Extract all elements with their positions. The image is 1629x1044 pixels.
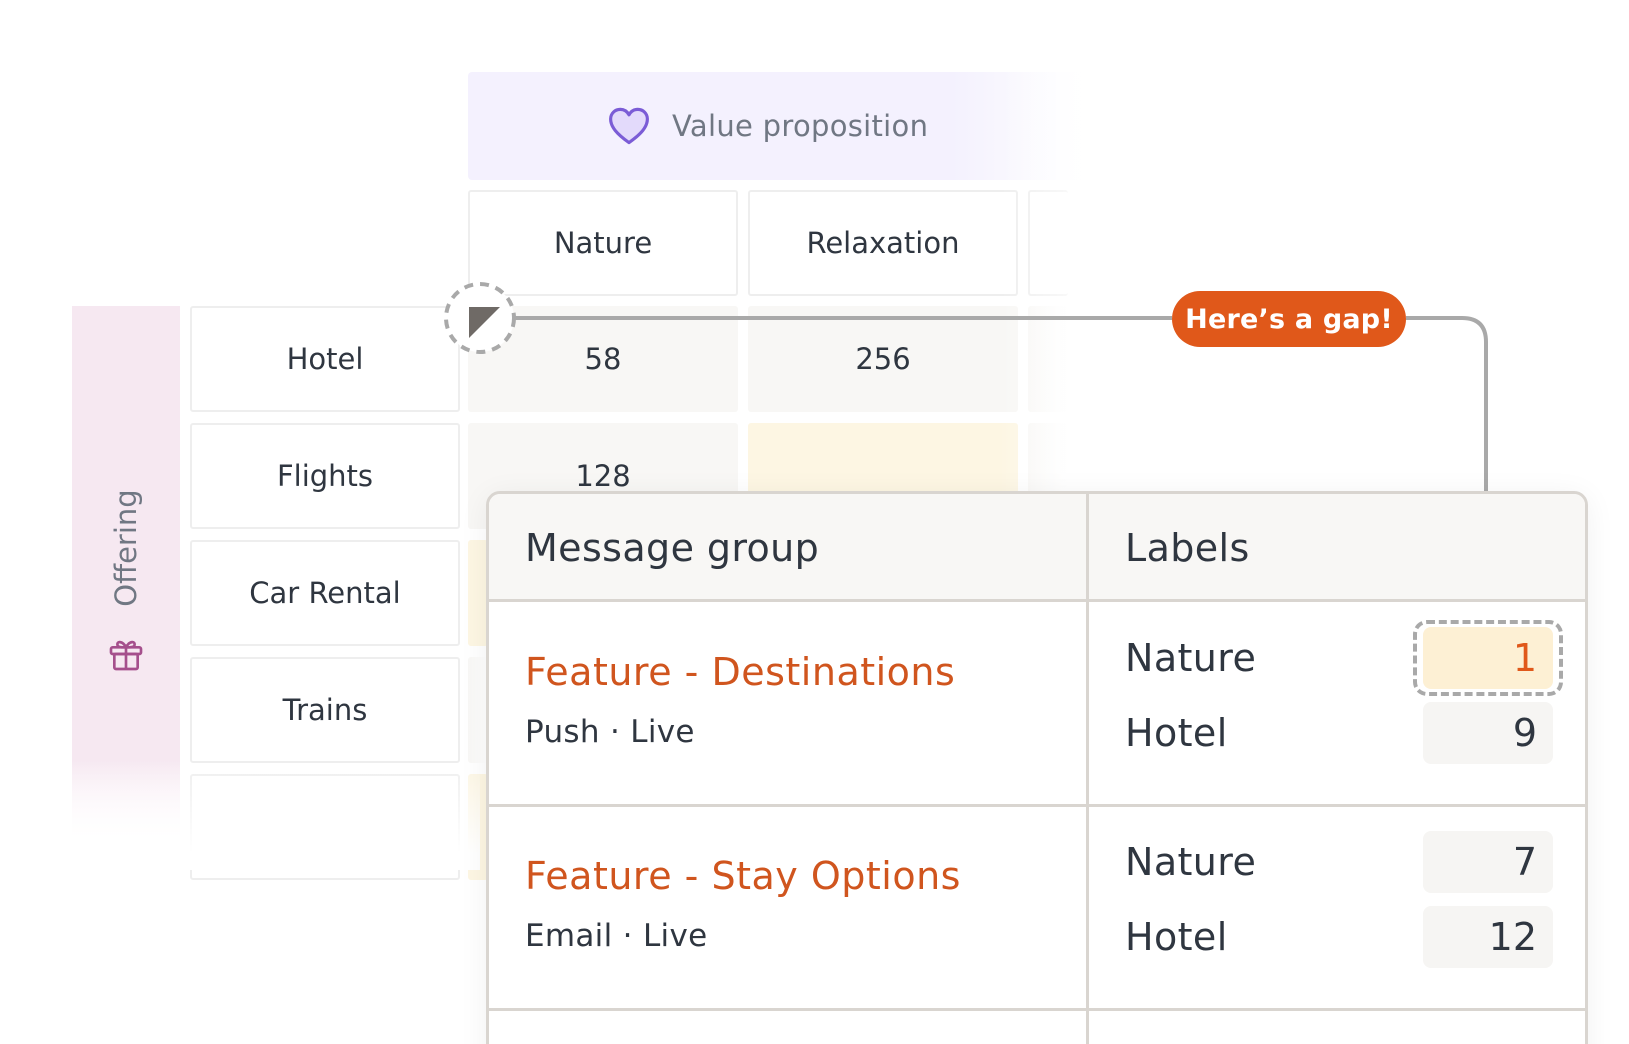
label-name: Hotel [1125,711,1228,755]
row-header-car-rental[interactable]: Car Rental [190,540,460,646]
label-name: Hotel [1125,915,1228,959]
labels-heading: Labels [1125,526,1250,570]
label-name: Nature [1125,636,1257,680]
cell-hotel-relaxation[interactable]: 256 [748,306,1018,412]
offering-label: Offering [109,489,143,607]
label-count[interactable]: 12 [1423,906,1553,968]
message-group-meta: Email · Live [525,918,708,954]
column-header-nature[interactable]: Nature [468,190,738,296]
cell-hotel-nature[interactable]: 58 [468,306,738,412]
message-group-row[interactable]: Feature - Stay Options Email · Live [525,854,1065,954]
gift-icon [109,640,143,671]
matrix-fade-right [1000,60,1160,500]
column-divider [1086,494,1089,1044]
row-divider [489,804,1585,807]
matrix-fade-bottom [60,760,480,870]
row-header-trains[interactable]: Trains [190,657,460,763]
label-count[interactable]: 7 [1423,831,1553,893]
label-count[interactable]: 9 [1423,702,1553,764]
heart-icon [609,107,649,145]
panel-header: Message group Labels [489,494,1585,602]
cell-car-rental-nature-empty[interactable] [468,540,488,646]
value-proposition-header[interactable]: Value proposition [468,72,1088,180]
column-header-relaxation[interactable]: Relaxation [748,190,1018,296]
message-group-heading: Message group [525,526,820,570]
cell-trains-nature[interactable] [468,657,488,763]
row-header-flights[interactable]: Flights [190,423,460,529]
message-group-row[interactable]: Feature - Destinations Push · Live [525,650,1065,750]
message-group-meta: Push · Live [525,714,695,750]
label-name: Nature [1125,840,1257,884]
gap-callout-badge: Here’s a gap! [1172,291,1406,347]
message-group-row-partial[interactable] [525,1036,765,1042]
row-header-hotel[interactable]: Hotel [190,306,460,412]
message-group-panel: Message group Labels Feature - Destinati… [486,491,1588,1044]
label-count-gap[interactable]: 1 [1423,627,1553,689]
value-proposition-label: Value proposition [672,109,929,143]
row-divider [489,1008,1585,1011]
message-group-title[interactable]: Feature - Destinations [525,650,1065,694]
message-group-title[interactable]: Feature - Stay Options [525,854,1065,898]
